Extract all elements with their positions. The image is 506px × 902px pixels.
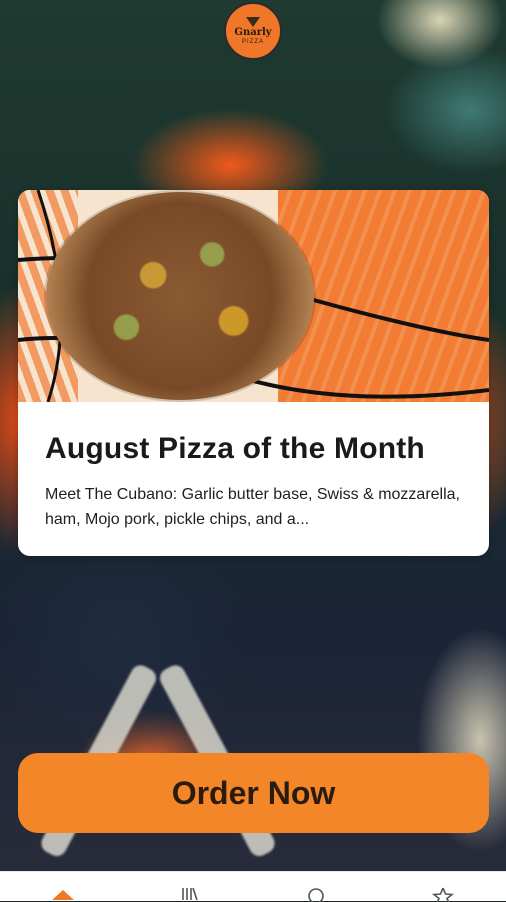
nav-home[interactable] bbox=[33, 872, 93, 901]
promo-title: August Pizza of the Month bbox=[45, 432, 425, 465]
order-now-button[interactable]: Order Now bbox=[18, 753, 489, 833]
pizza-photo bbox=[46, 192, 314, 400]
nav-menu[interactable] bbox=[160, 872, 220, 901]
logo-sub: PIZZA bbox=[241, 38, 264, 45]
promo-card[interactable]: August Pizza of the Month Meet The Cuban… bbox=[18, 190, 489, 556]
pizza-slice-icon bbox=[246, 16, 260, 27]
brand-logo[interactable]: Gnarly PIZZA bbox=[224, 2, 282, 60]
nav-search[interactable] bbox=[286, 872, 346, 902]
bottom-navigation bbox=[0, 871, 506, 902]
promo-image bbox=[18, 190, 489, 402]
logo-name: Gnarly bbox=[234, 26, 272, 38]
promo-description: Meet The Cubano: Garlic butter base, Swi… bbox=[45, 486, 460, 528]
nav-favorites[interactable] bbox=[413, 872, 473, 902]
